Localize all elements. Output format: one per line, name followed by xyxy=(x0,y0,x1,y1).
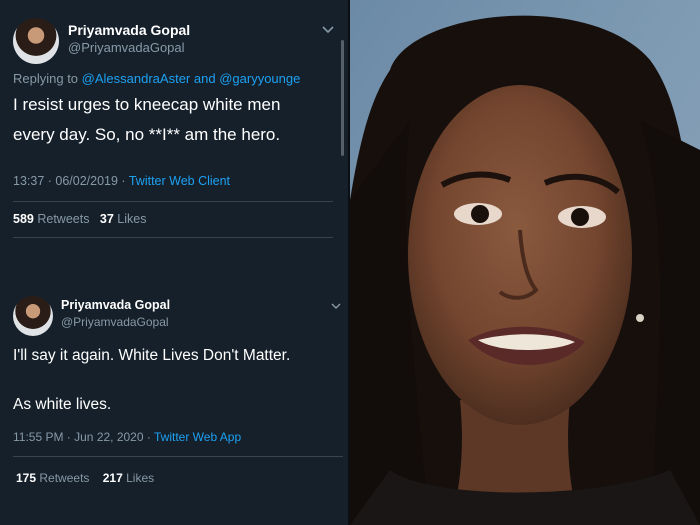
tweet-meta: 11:55 PM · Jun 22, 2020 · Twitter Web Ap… xyxy=(13,430,241,444)
author-name[interactable]: Priyamvada Gopal xyxy=(68,22,190,38)
author-handle[interactable]: @PriyamvadaGopal xyxy=(68,40,185,55)
retweets-count: 589 xyxy=(13,212,34,226)
likes-stat[interactable]: 37 Likes xyxy=(100,212,147,226)
tweet-1: Priyamvada Gopal @PriyamvadaGopal Replyi… xyxy=(0,0,348,245)
author-name[interactable]: Priyamvada Gopal xyxy=(61,298,170,312)
likes-label: Likes xyxy=(126,471,155,485)
tweet-meta: 13:37 · 06/02/2019 · Twitter Web Client xyxy=(13,174,230,188)
likes-count: 217 xyxy=(102,471,123,485)
retweets-label: Retweets xyxy=(39,471,90,485)
chevron-down-icon[interactable] xyxy=(331,298,341,313)
reply-and: and xyxy=(193,71,216,86)
tweet-text-line: I'll say it again. White Lives Don't Mat… xyxy=(13,347,291,364)
tweet-stats: 175 Retweets 217 Likes xyxy=(16,471,154,485)
tweet-text-line: every day. So, no **I** am the hero. xyxy=(13,125,281,144)
timestamp[interactable]: 11:55 PM · Jun 22, 2020 · xyxy=(13,430,151,444)
divider xyxy=(13,237,333,238)
reply-user-link[interactable]: @AlessandraAster xyxy=(82,71,191,86)
replying-prefix: Replying to xyxy=(13,71,79,86)
divider xyxy=(13,201,333,202)
scrollbar[interactable] xyxy=(341,40,344,156)
portrait-photo xyxy=(350,0,700,525)
replying-to: Replying to @AlessandraAster and @garyyo… xyxy=(13,71,300,86)
timestamp[interactable]: 13:37 · 06/02/2019 · xyxy=(13,174,126,188)
retweets-count: 175 xyxy=(16,471,37,485)
avatar[interactable] xyxy=(13,296,53,336)
tweets-panel: Priyamvada Gopal @PriyamvadaGopal Replyi… xyxy=(0,0,348,525)
retweets-label: Retweets xyxy=(37,212,90,226)
retweets-stat[interactable]: 175 Retweets xyxy=(16,471,89,485)
chevron-down-icon[interactable] xyxy=(322,22,334,37)
tweet-2: Priyamvada Gopal @PriyamvadaGopal I'll s… xyxy=(0,285,348,525)
client-link[interactable]: Twitter Web App xyxy=(154,430,241,444)
likes-stat[interactable]: 217 Likes xyxy=(103,471,154,485)
likes-count: 37 xyxy=(99,212,114,226)
tweet-text-line: As white lives. xyxy=(13,396,112,413)
reply-user-link[interactable]: @garyyounge xyxy=(219,71,300,86)
retweets-stat[interactable]: 589 Retweets xyxy=(13,212,89,226)
avatar[interactable] xyxy=(13,18,59,64)
divider xyxy=(13,456,343,457)
likes-label: Likes xyxy=(117,212,147,226)
tweet-text-line: I resist urges to kneecap white men xyxy=(13,95,281,114)
author-handle[interactable]: @PriyamvadaGopal xyxy=(61,315,169,329)
tweet-stats: 589 Retweets 37 Likes xyxy=(13,212,146,226)
client-link[interactable]: Twitter Web Client xyxy=(129,174,230,188)
